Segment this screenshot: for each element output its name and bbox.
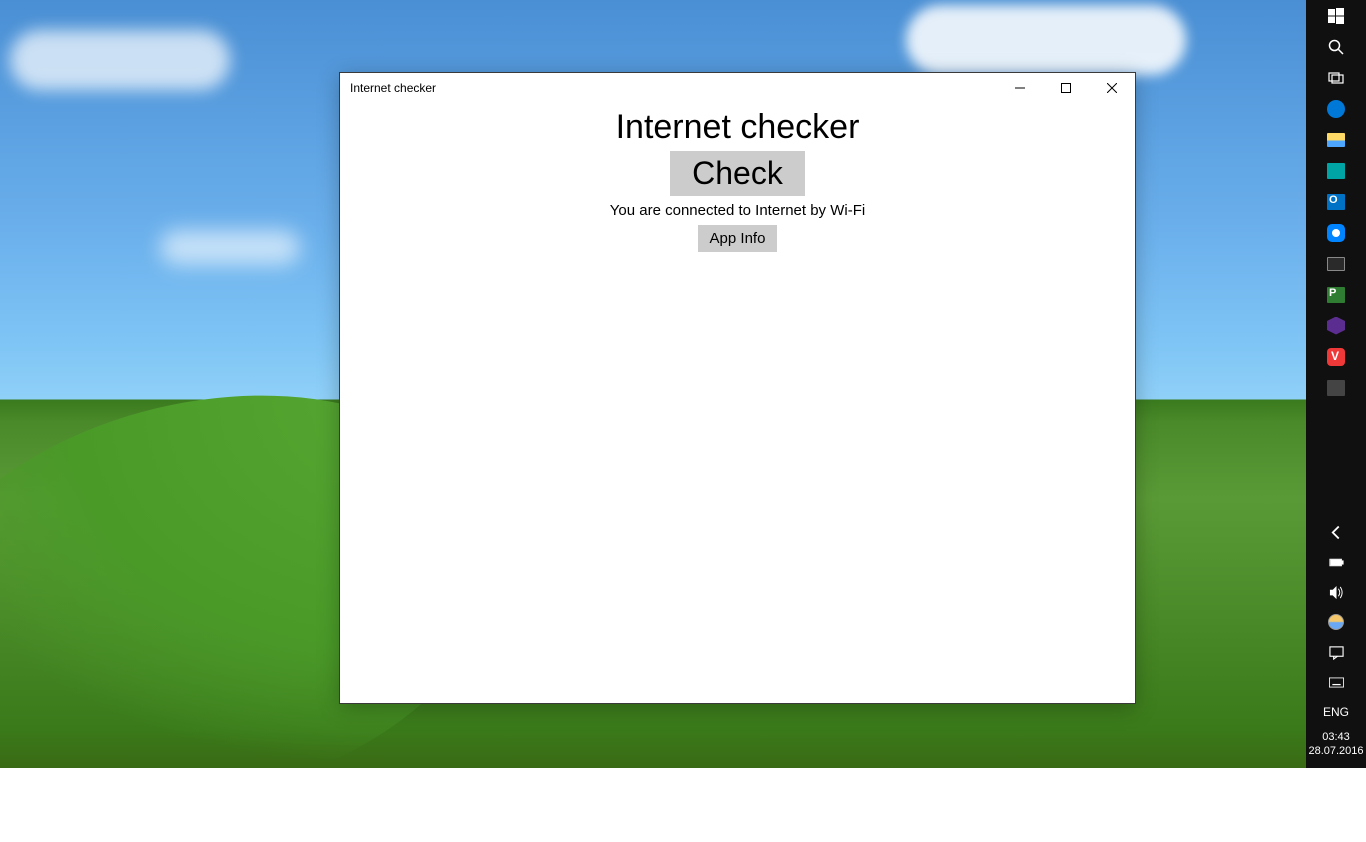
visual-studio-icon	[1327, 317, 1345, 335]
vivaldi-icon	[1327, 348, 1345, 366]
settings-icon	[1327, 380, 1345, 396]
systray-volume[interactable]	[1306, 577, 1366, 607]
taskbar-pinned	[1306, 0, 1366, 403]
taskbar-app-vivaldi[interactable]	[1306, 341, 1366, 372]
keyboard-icon	[1329, 675, 1344, 690]
systray-notifications[interactable]	[1306, 637, 1366, 667]
systray-touch-keyboard[interactable]	[1306, 667, 1366, 697]
search-button[interactable]	[1306, 31, 1366, 62]
taskbar-app-outlook[interactable]	[1306, 186, 1366, 217]
maximize-icon	[1061, 83, 1071, 93]
taskbar-app-file-explorer[interactable]	[1306, 124, 1366, 155]
systray-time: 03:43	[1306, 730, 1366, 744]
file-explorer-icon	[1327, 133, 1345, 147]
system-tray: ENG 03:43 28.07.2016	[1306, 517, 1366, 768]
internet-checker-window: Internet checker Internet checker Check …	[339, 72, 1136, 704]
taskbar-app-teal[interactable]	[1306, 155, 1366, 186]
systray-weather[interactable]	[1306, 607, 1366, 637]
project-icon	[1327, 287, 1345, 303]
notifications-icon	[1329, 645, 1344, 660]
taskbar-app-visual-studio[interactable]	[1306, 310, 1366, 341]
messenger-icon	[1327, 224, 1345, 242]
start-button[interactable]	[1306, 0, 1366, 31]
weather-icon	[1328, 614, 1344, 630]
taskbar-app-settings-panel[interactable]	[1306, 372, 1366, 403]
systray-language[interactable]: ENG	[1306, 697, 1366, 727]
outlook-icon	[1327, 194, 1345, 210]
systray-clock[interactable]: 03:43 28.07.2016	[1306, 727, 1366, 764]
volume-icon	[1329, 585, 1344, 600]
task-view-button[interactable]	[1306, 62, 1366, 93]
window-controls	[997, 73, 1135, 103]
app-icon	[1327, 163, 1345, 179]
systray-battery[interactable]	[1306, 547, 1366, 577]
taskbar: ENG 03:43 28.07.2016	[1306, 0, 1366, 768]
task-view-icon	[1328, 70, 1344, 86]
close-icon	[1107, 83, 1117, 93]
taskbar-spacer	[1306, 403, 1366, 517]
minimize-button[interactable]	[997, 73, 1043, 103]
cloud-decoration	[160, 230, 300, 265]
windows-logo-icon	[1328, 8, 1344, 24]
cloud-decoration	[906, 5, 1186, 75]
cloud-decoration	[10, 30, 230, 90]
taskbar-app-messenger[interactable]	[1306, 217, 1366, 248]
window-content: Internet checker Check You are connected…	[340, 103, 1135, 252]
minimize-icon	[1015, 83, 1025, 93]
connection-status: You are connected to Internet by Wi-Fi	[340, 202, 1135, 219]
window-titlebar[interactable]: Internet checker	[340, 73, 1135, 103]
window-title: Internet checker	[350, 81, 997, 95]
close-button[interactable]	[1089, 73, 1135, 103]
systray-expand-button[interactable]	[1306, 517, 1366, 547]
monitor-icon	[1327, 257, 1345, 271]
maximize-button[interactable]	[1043, 73, 1089, 103]
app-info-button[interactable]: App Info	[698, 225, 778, 252]
app-heading: Internet checker	[340, 108, 1135, 147]
taskbar-app-edge[interactable]	[1306, 93, 1366, 124]
battery-icon	[1329, 555, 1344, 570]
search-icon	[1328, 39, 1344, 55]
check-button[interactable]: Check	[670, 151, 805, 196]
chevron-left-icon	[1329, 525, 1344, 540]
edge-icon	[1327, 100, 1345, 118]
systray-date: 28.07.2016	[1306, 744, 1366, 758]
taskbar-app-project[interactable]	[1306, 279, 1366, 310]
taskbar-app-monitor[interactable]	[1306, 248, 1366, 279]
